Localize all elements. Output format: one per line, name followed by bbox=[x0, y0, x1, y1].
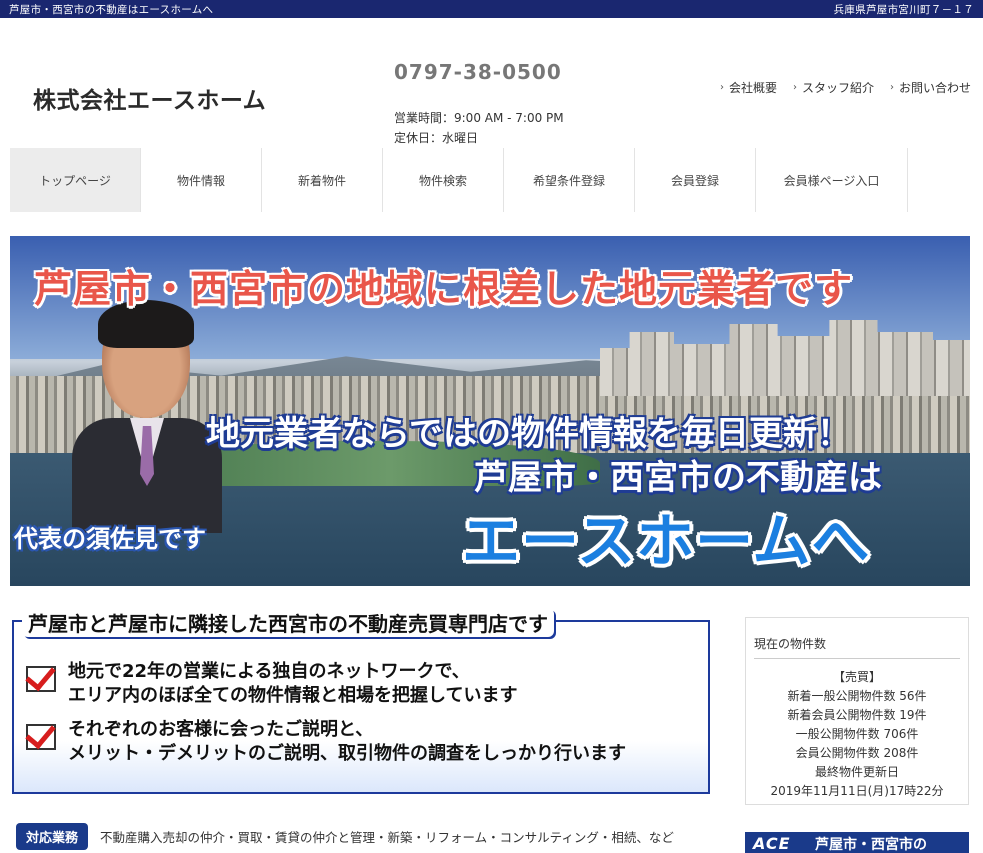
link-label: お問い合わせ bbox=[898, 81, 971, 95]
closed-day: 定休日：水曜日 bbox=[394, 131, 479, 145]
services-row: 対応業務 不動産購入売却の仲介・買取・賃貸の仲介と管理・新築・リフォーム・コンサ… bbox=[16, 823, 674, 850]
chevron-right-icon: › bbox=[889, 82, 894, 93]
link-contact[interactable]: › お問い合わせ bbox=[890, 79, 971, 96]
point-line: それぞれのお客様に会ったご説明と、 bbox=[68, 719, 374, 740]
main-nav: トップページ 物件情報 新着物件 物件検索 希望条件登録 会員登録 会員様ページ… bbox=[10, 148, 908, 212]
point-line: メリット・デメリットのご説明、取引物件の調査をしっかり行います bbox=[68, 743, 626, 764]
business-hours: 営業時間：9:00 AM - 7:00 PM 定休日：水曜日 bbox=[394, 108, 564, 148]
last-updated: 2019年11月11日(月)17時22分 bbox=[770, 784, 944, 798]
checkmark-icon bbox=[26, 666, 56, 692]
intro-point: それぞれのお客様に会ったご説明と、 メリット・デメリットのご説明、取引物件の調査… bbox=[26, 718, 626, 766]
services-description: 不動産購入売却の仲介・買取・賃貸の仲介と管理・新築・リフォーム・コンサルティング… bbox=[100, 830, 674, 845]
representative-photo bbox=[72, 300, 222, 533]
section-label: 【売買】 bbox=[832, 670, 881, 684]
site-header: 株式会社エースホーム 0797-38-0500 営業時間：9:00 AM - 7… bbox=[0, 18, 983, 148]
hero-brand: エースホームへ bbox=[462, 507, 871, 575]
intro-panel: 芦屋市と芦屋市に隣接した西宮市の不動産売買専門店です 地元で22年の営業による独… bbox=[12, 608, 710, 794]
link-label: 会社概要 bbox=[728, 81, 777, 95]
hero-line3: 芦屋市・西宮市の不動産は bbox=[474, 458, 882, 498]
top-bar: 芦屋市・西宮市の不動産はエースホームへ 兵庫県芦屋市宮川町７－１７ bbox=[0, 0, 983, 18]
hero-caption: 代表の須佐見です bbox=[14, 525, 206, 553]
link-label: スタッフ紹介 bbox=[801, 81, 874, 95]
site-logo[interactable]: 株式会社エースホーム bbox=[33, 81, 266, 115]
nav-item-member-login[interactable]: 会員様ページ入口 bbox=[756, 148, 908, 212]
nav-item-register[interactable]: 会員登録 bbox=[635, 148, 756, 212]
link-company-profile[interactable]: › 会社概要 bbox=[720, 79, 777, 96]
chevron-right-icon: › bbox=[719, 82, 724, 93]
checkmark-icon bbox=[26, 724, 56, 750]
topbar-tagline: 芦屋市・西宮市の不動産はエースホームへ bbox=[9, 3, 214, 16]
count-row: 最終物件更新日 bbox=[814, 765, 899, 779]
property-count-list: 【売買】 新着一般公開物件数 56件 新着会員公開物件数 19件 一般公開物件数… bbox=[746, 668, 968, 801]
count-row: 新着会員公開物件数 19件 bbox=[787, 708, 927, 722]
nav-item-search[interactable]: 物件検索 bbox=[383, 148, 504, 212]
nav-item-new[interactable]: 新着物件 bbox=[262, 148, 383, 212]
count-row: 新着一般公開物件数 56件 bbox=[787, 689, 927, 703]
banner-logo: ACE bbox=[753, 834, 791, 853]
phone-number[interactable]: 0797-38-0500 bbox=[394, 60, 562, 84]
intro-heading: 芦屋市と芦屋市に隣接した西宮市の不動産売買専門店です bbox=[22, 608, 554, 637]
header-links: › 会社概要 › スタッフ紹介 › お問い合わせ bbox=[720, 79, 971, 96]
count-row: 会員公開物件数 208件 bbox=[795, 746, 919, 760]
point-text: それぞれのお客様に会ったご説明と、 メリット・デメリットのご説明、取引物件の調査… bbox=[68, 718, 626, 766]
divider bbox=[754, 658, 960, 659]
chevron-right-icon: › bbox=[792, 82, 797, 93]
nav-item-properties[interactable]: 物件情報 bbox=[141, 148, 262, 212]
side-banner[interactable]: ACE 芦屋市・西宮市の bbox=[745, 832, 969, 853]
property-count-box: 現在の物件数 【売買】 新着一般公開物件数 56件 新着会員公開物件数 19件 … bbox=[745, 617, 969, 805]
topbar-address: 兵庫県芦屋市宮川町７－１７ bbox=[833, 3, 974, 16]
hero-headline: 芦屋市・西宮市の地域に根差した地元業者です bbox=[34, 267, 854, 311]
link-staff[interactable]: › スタッフ紹介 bbox=[793, 79, 874, 96]
count-row: 一般公開物件数 706件 bbox=[795, 727, 919, 741]
services-badge: 対応業務 bbox=[16, 823, 89, 850]
nav-item-wishlist[interactable]: 希望条件登録 bbox=[504, 148, 635, 212]
hero-line2: 地元業者ならではの物件情報を毎日更新！ bbox=[206, 414, 851, 454]
opening-hours: 営業時間：9:00 AM - 7:00 PM bbox=[394, 111, 564, 125]
intro-point: 地元で22年の営業による独自のネットワークで、 エリア内のほぼ全ての物件情報と相… bbox=[26, 660, 517, 708]
point-line: エリア内のほぼ全ての物件情報と相場を把握しています bbox=[68, 685, 518, 706]
nav-item-top[interactable]: トップページ bbox=[10, 148, 141, 212]
point-text: 地元で22年の営業による独自のネットワークで、 エリア内のほぼ全ての物件情報と相… bbox=[68, 660, 517, 708]
property-count-title: 現在の物件数 bbox=[754, 637, 827, 651]
point-line: 地元で22年の営業による独自のネットワークで、 bbox=[68, 661, 470, 682]
banner-text: 芦屋市・西宮市の bbox=[815, 837, 927, 853]
hero-banner: 芦屋市・西宮市の地域に根差した地元業者です 地元業者ならではの物件情報を毎日更新… bbox=[10, 236, 970, 586]
